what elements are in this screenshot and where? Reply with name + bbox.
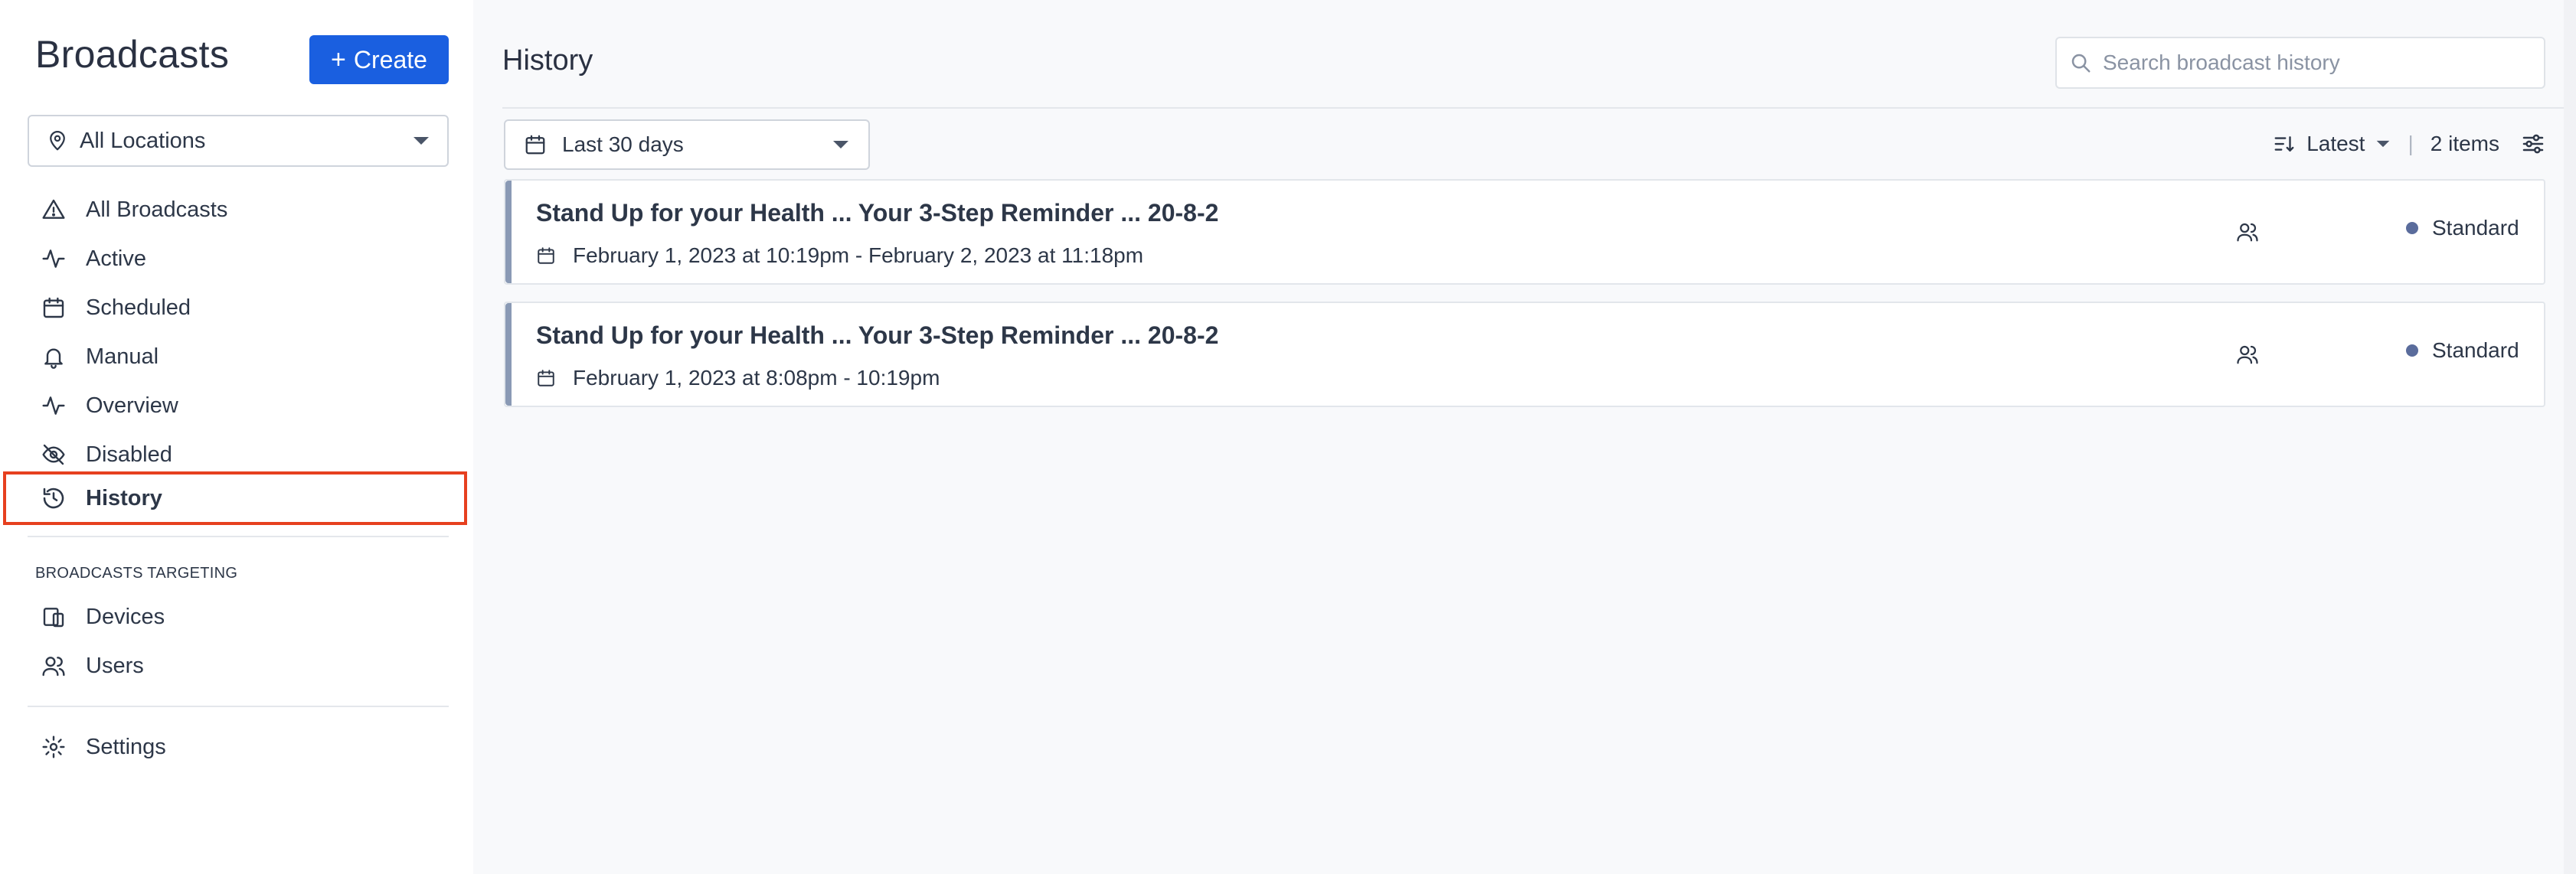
devices-icon xyxy=(41,605,66,629)
calendar-icon xyxy=(536,246,556,266)
date-range-value: Last 30 days xyxy=(562,132,684,156)
calendar-icon xyxy=(524,133,547,156)
broadcast-title: Stand Up for your Health ... Your 3-Step… xyxy=(536,321,1219,349)
separator: | xyxy=(2408,132,2414,155)
nav-item-devices[interactable]: Devices xyxy=(0,592,473,641)
app-title: Broadcasts xyxy=(35,33,230,76)
nav-item-overview[interactable]: Overview xyxy=(0,381,473,430)
broadcast-datetime: February 1, 2023 at 10:19pm - February 2… xyxy=(573,243,1144,267)
broadcast-datetime: February 1, 2023 at 8:08pm - 10:19pm xyxy=(573,366,940,390)
section-label: BROADCASTS TARGETING xyxy=(35,565,238,582)
nav-item-label: Manual xyxy=(86,344,159,369)
nav-item-label: All Broadcasts xyxy=(86,197,228,222)
users-icon xyxy=(2236,220,2259,243)
gear-icon xyxy=(41,735,66,759)
bell-icon xyxy=(41,344,66,369)
map-pin-icon xyxy=(46,129,69,152)
broadcast-schedule: February 1, 2023 at 10:19pm - February 2… xyxy=(536,243,1143,268)
date-range-select[interactable]: Last 30 days xyxy=(504,119,870,170)
filter-sliders-icon[interactable] xyxy=(2521,132,2545,156)
broadcast-title: Stand Up for your Health ... Your 3-Step… xyxy=(536,199,1219,227)
nav-item-label: Overview xyxy=(86,393,178,418)
alert-triangle-icon xyxy=(41,197,66,222)
users-icon xyxy=(41,654,66,678)
status-label: Standard xyxy=(2432,216,2519,240)
header-divider xyxy=(502,107,2576,109)
status-label: Standard xyxy=(2432,338,2519,362)
location-select-value: All Locations xyxy=(80,128,206,153)
sort-icon xyxy=(2273,132,2296,155)
nav-item-scheduled[interactable]: Scheduled xyxy=(0,283,473,332)
sort-button[interactable]: Latest xyxy=(2273,132,2391,156)
status-badge: Standard xyxy=(2406,216,2519,240)
activity-icon xyxy=(41,246,66,271)
page-title: History xyxy=(502,44,593,77)
sort-toolbar: Latest | 2 items xyxy=(2273,129,2545,159)
search-box[interactable] xyxy=(2055,37,2545,89)
status-dot xyxy=(2406,222,2418,234)
main-content: History Last 30 days Latest | 2 items xyxy=(473,0,2576,874)
nav-item-label: Devices xyxy=(86,604,165,629)
broadcast-card[interactable]: Stand Up for your Health ... Your 3-Step… xyxy=(504,302,2545,407)
create-button-label: Create xyxy=(353,45,427,73)
nav-item-label: Settings xyxy=(86,734,166,759)
nav-item-settings[interactable]: Settings xyxy=(0,722,473,771)
sort-label: Latest xyxy=(2306,132,2365,155)
nav-item-manual[interactable]: Manual xyxy=(0,332,473,381)
caret-down-icon xyxy=(832,139,850,150)
create-button[interactable]: + Create xyxy=(309,35,449,84)
plus-icon: + xyxy=(331,45,346,74)
activity-icon xyxy=(41,393,66,418)
caret-down-icon xyxy=(412,135,430,146)
search-input[interactable] xyxy=(2103,51,2532,75)
nav-item-users[interactable]: Users xyxy=(0,641,473,690)
broadcast-card[interactable]: Stand Up for your Health ... Your 3-Step… xyxy=(504,179,2545,285)
nav-item-all-broadcasts[interactable]: All Broadcasts xyxy=(0,185,473,234)
item-count: 2 items xyxy=(2430,132,2499,155)
nav-item-label: Active xyxy=(86,246,146,271)
search-icon xyxy=(2069,51,2092,74)
location-select[interactable]: All Locations xyxy=(28,115,449,167)
nav-item-label: Scheduled xyxy=(86,295,191,320)
card-accent-bar xyxy=(505,181,512,283)
users-icon xyxy=(2236,343,2259,366)
card-accent-bar xyxy=(505,303,512,406)
scrollbar-track[interactable] xyxy=(2564,0,2576,874)
nav-item-label: Disabled xyxy=(86,442,172,467)
sidebar: Broadcasts + Create All Locations All Br… xyxy=(0,0,473,874)
status-badge: Standard xyxy=(2406,338,2519,363)
divider xyxy=(28,536,449,537)
broadcast-schedule: February 1, 2023 at 8:08pm - 10:19pm xyxy=(536,366,940,390)
calendar-icon xyxy=(536,368,556,388)
nav-item-active[interactable]: Active xyxy=(0,234,473,283)
status-dot xyxy=(2406,344,2418,357)
eye-off-icon xyxy=(41,442,66,467)
divider xyxy=(28,706,449,707)
selected-highlight xyxy=(3,471,467,525)
nav-item-label: Users xyxy=(86,653,144,678)
caret-down-icon xyxy=(2375,139,2391,148)
calendar-icon xyxy=(41,295,66,320)
